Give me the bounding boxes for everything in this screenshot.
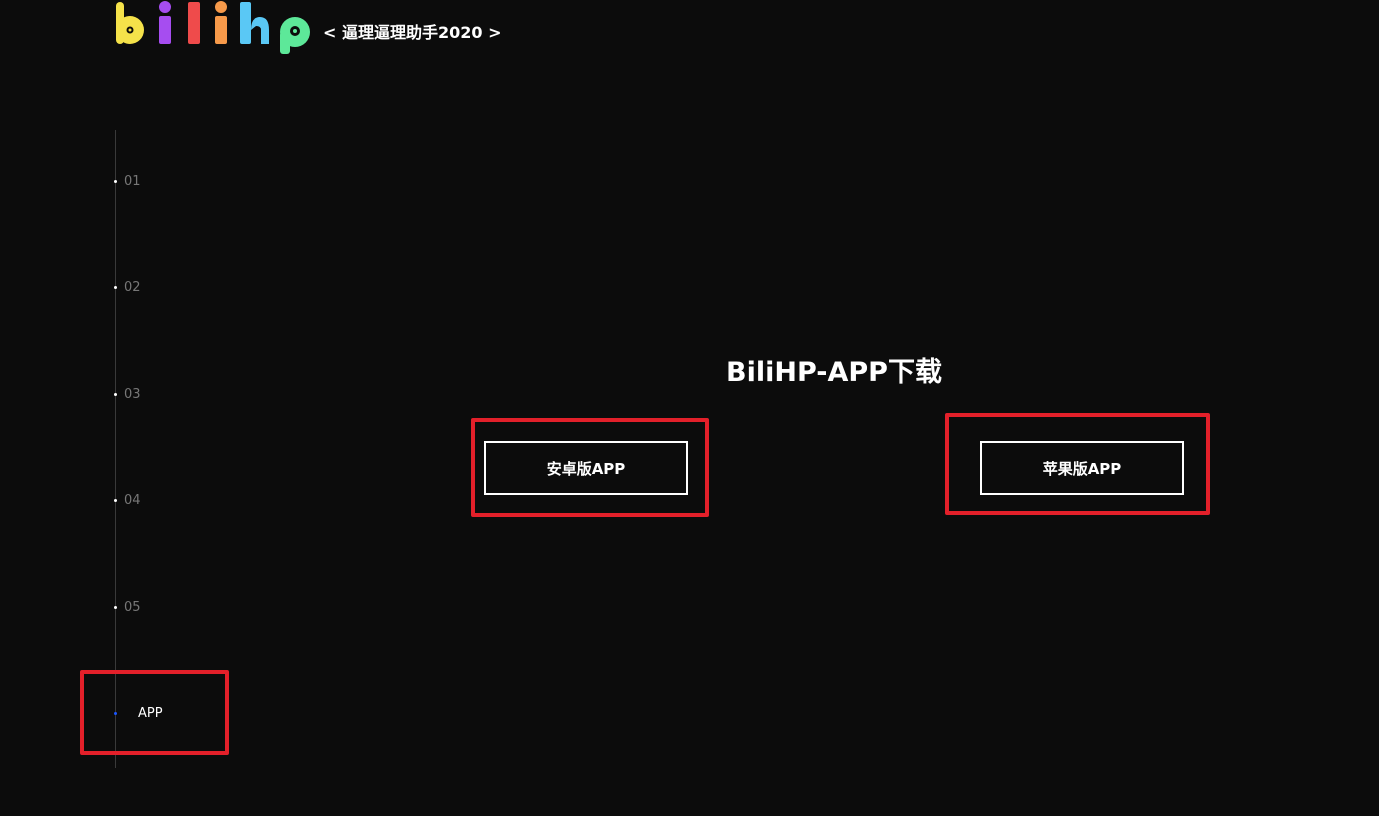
nav-dot [114, 285, 117, 289]
nav-dot [114, 605, 117, 609]
page: bilihp < 逼理逼理助手2020 > [0, 0, 1379, 816]
nav-item-05[interactable]: 05 [114, 597, 234, 617]
nav-item-label: 05 [124, 599, 141, 615]
nav-dot-active [114, 711, 117, 715]
app-subtitle: < 逼理逼理助手2020 > [323, 23, 502, 42]
nav-item-02[interactable]: 02 [114, 277, 234, 297]
nav-item-04[interactable]: 04 [114, 490, 234, 510]
nav-item-01[interactable]: 01 [114, 171, 234, 191]
nav-item-app[interactable]: APP [114, 703, 234, 723]
nav-item-label: 04 [124, 492, 141, 508]
nav-dot [114, 179, 117, 183]
nav-item-label: 03 [124, 386, 141, 402]
logo-graphic [116, 1, 310, 54]
nav-item-label: 01 [124, 173, 141, 189]
nav-dot [114, 392, 117, 396]
android-app-button[interactable]: 安卓版APP [484, 441, 688, 495]
nav-item-label: 02 [124, 279, 141, 295]
ios-app-button[interactable]: 苹果版APP [980, 441, 1184, 495]
bilihp-logo[interactable]: bilihp [114, 0, 314, 60]
nav-item-label: APP [138, 705, 163, 721]
nav-timeline-line [115, 130, 116, 768]
nav-dot [114, 498, 117, 502]
section-title: BiliHP-APP下载 [726, 357, 942, 388]
nav-item-03[interactable]: 03 [114, 384, 234, 404]
